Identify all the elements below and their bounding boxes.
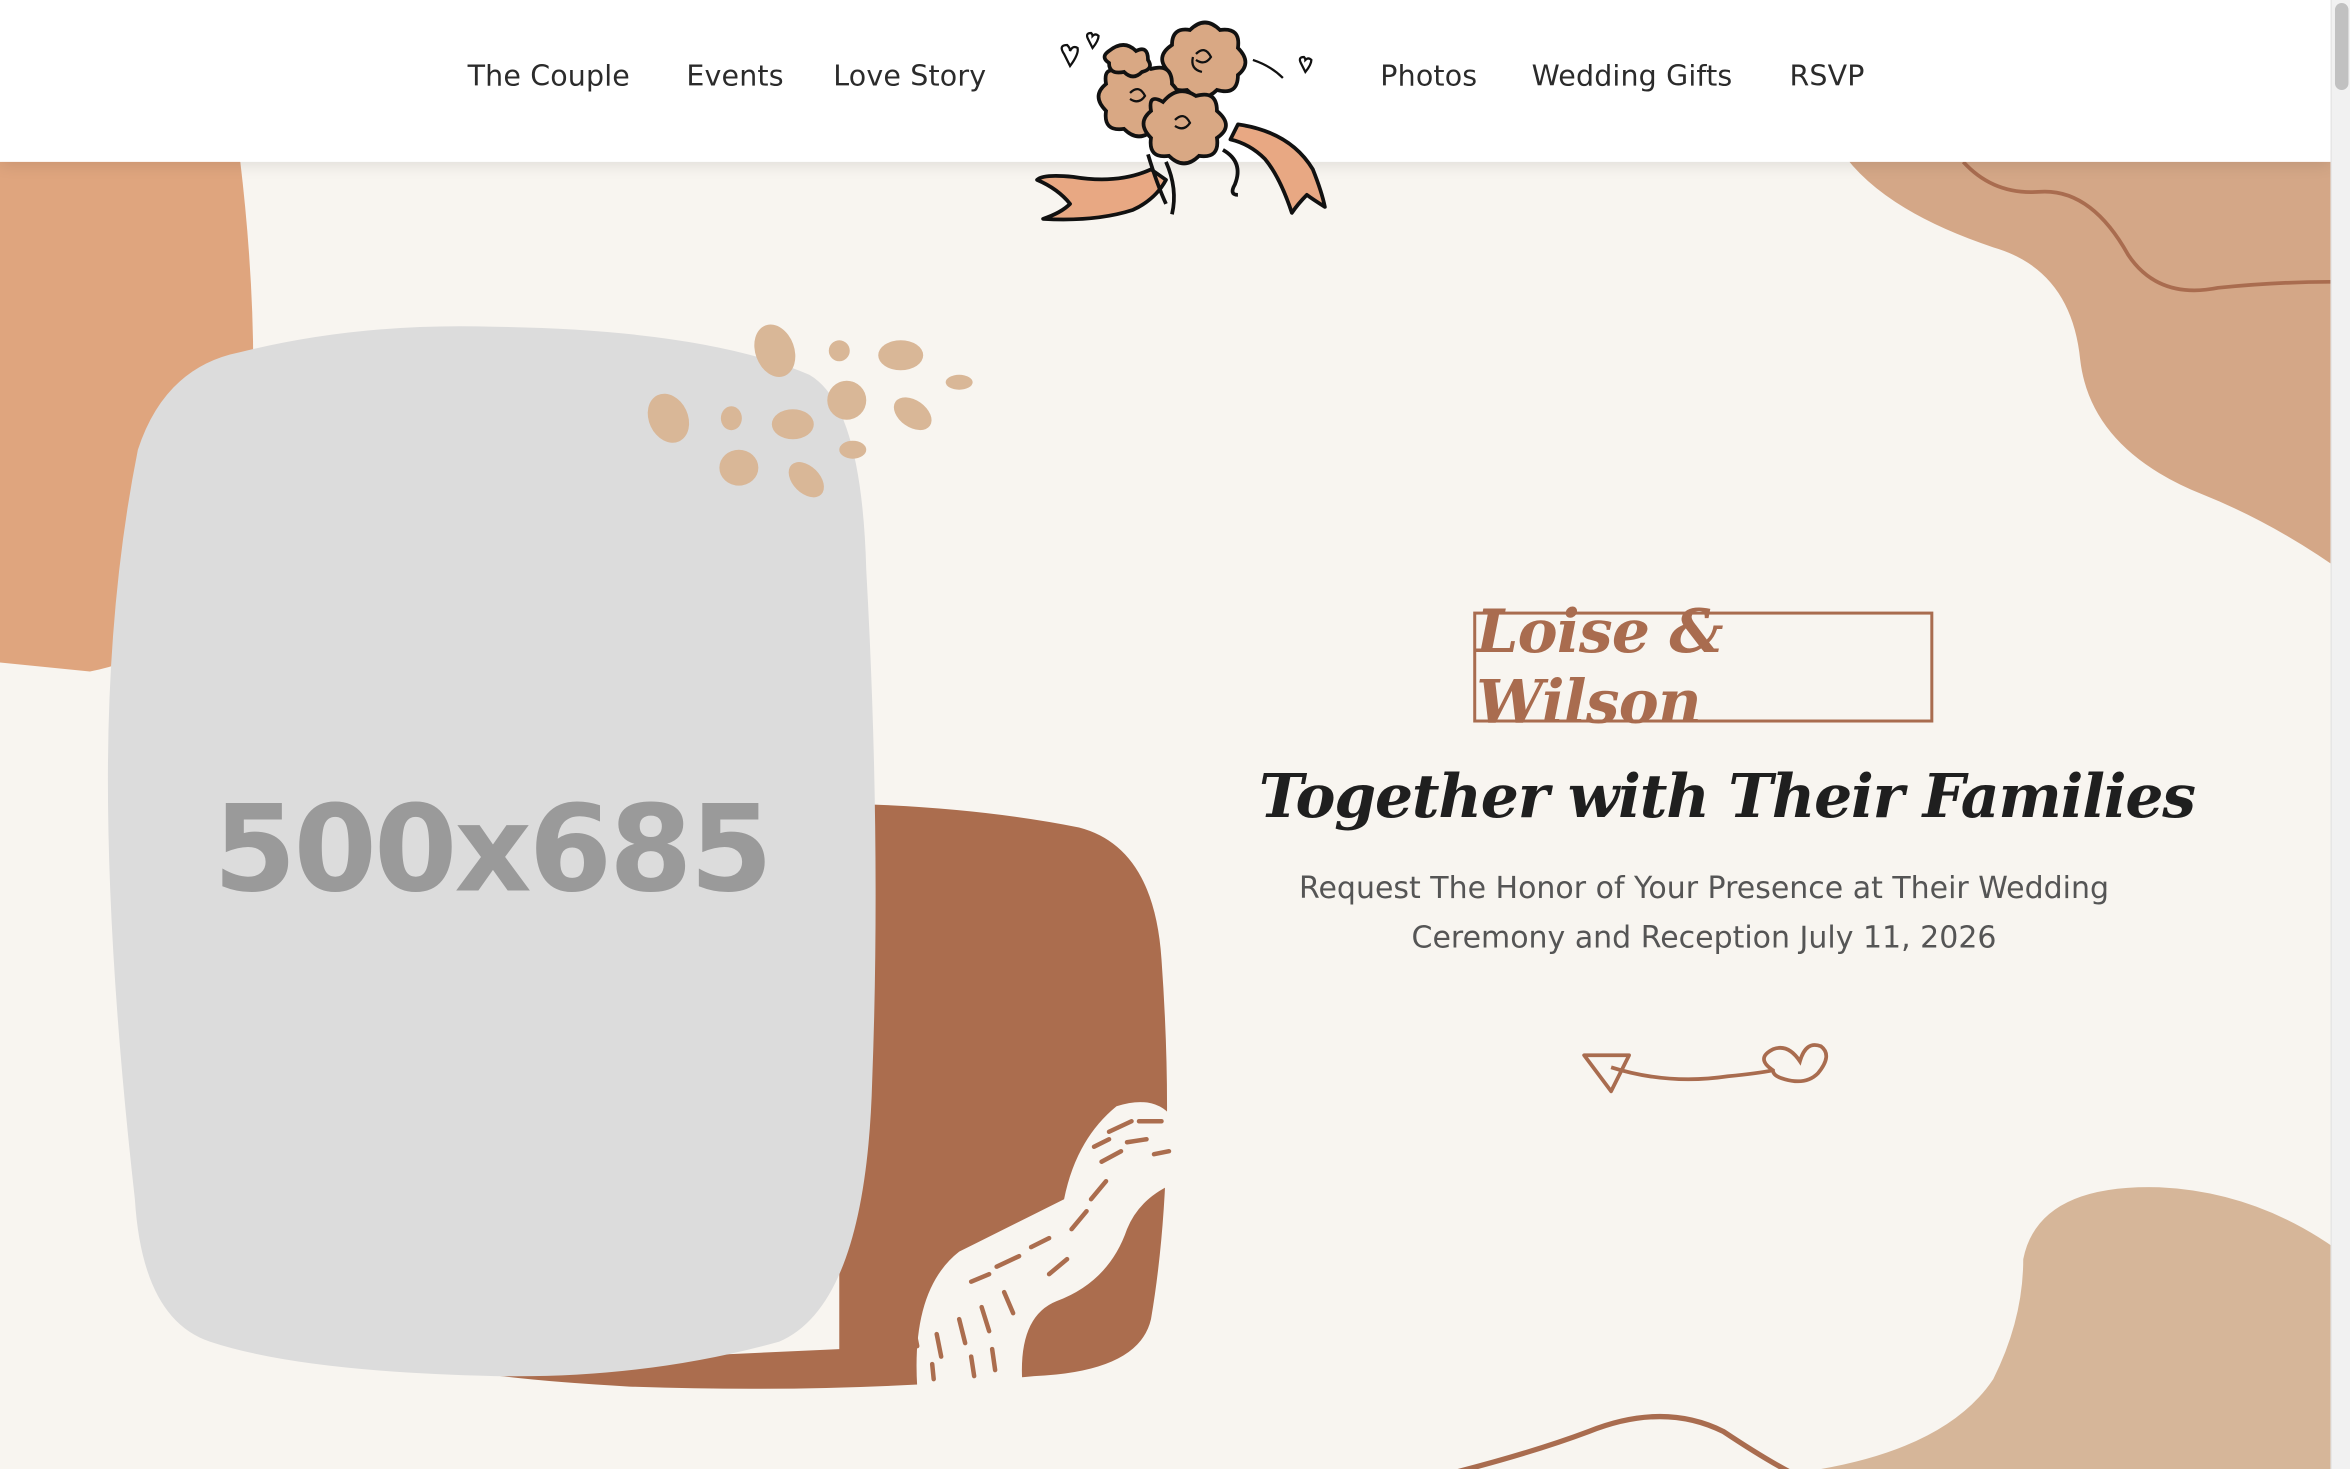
page-scrollbar[interactable] — [2330, 0, 2350, 1469]
wavy-line-bottom — [1457, 1413, 1790, 1469]
invite-text-line-1: Request The Honor of Your Presence at Th… — [1298, 869, 2110, 906]
couple-names: Loise & Wilson — [1476, 596, 1723, 738]
scrollbar-thumb[interactable] — [2334, 2, 2349, 90]
image-placeholder-label: 500x685 — [213, 779, 773, 919]
hero-subtitle: Together with Their Families — [1258, 761, 2196, 832]
nav-love-story[interactable]: Love Story — [833, 60, 986, 93]
tan-blob-bottom-right — [1821, 1187, 2350, 1469]
nav-events[interactable]: Events — [686, 60, 783, 93]
nav-the-couple[interactable]: The Couple — [468, 60, 630, 93]
nav-wedding-gifts[interactable]: Wedding Gifts — [1532, 60, 1733, 93]
nav-photos[interactable]: Photos — [1380, 60, 1477, 93]
couple-names-box: Loise & Wilson — [1473, 597, 1934, 738]
invite-text-line-2: Ceremony and Reception July 11, 2026 — [1411, 918, 1997, 955]
nav-rsvp[interactable]: RSVP — [1789, 60, 1864, 93]
page: The Couple Events Love Story Photos Wedd… — [0, 0, 2350, 1469]
flower-bouquet-icon[interactable] — [1028, 12, 1334, 229]
arrow-divider-icon — [1582, 1043, 1829, 1094]
